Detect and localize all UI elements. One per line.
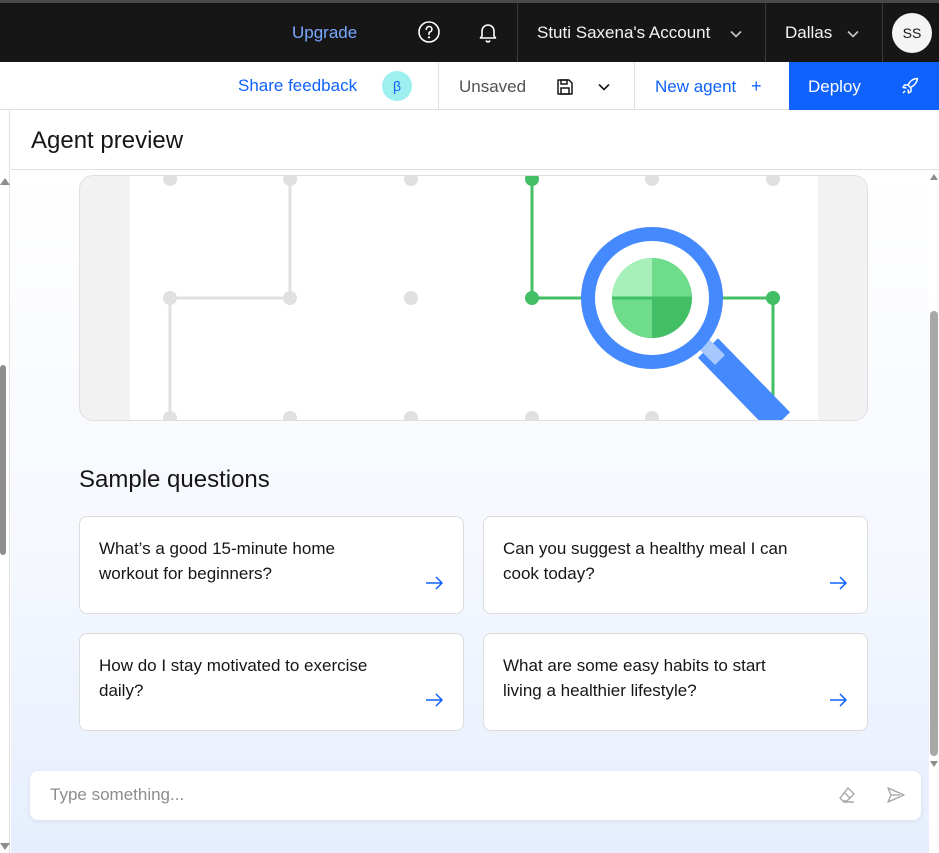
deploy-label: Deploy — [808, 77, 861, 96]
scrollbar-thumb[interactable] — [930, 311, 938, 756]
save-icon[interactable] — [556, 78, 574, 96]
sample-questions-title: Sample questions — [79, 466, 270, 493]
account-switcher[interactable]: Stuti Saxena's Account — [537, 23, 710, 43]
save-status: Unsaved — [459, 77, 527, 96]
agent-toolbar: Share feedback β Unsaved New agent + Dep… — [0, 62, 939, 110]
help-icon[interactable] — [417, 20, 441, 44]
scroll-up-arrow[interactable] — [0, 178, 10, 185]
beta-badge: β — [382, 71, 412, 101]
bell-icon[interactable] — [476, 20, 500, 44]
share-feedback-link[interactable]: Share feedback — [238, 76, 357, 96]
search-illustration — [130, 176, 818, 420]
hero-illustration — [79, 175, 868, 421]
page-title: Agent preview — [31, 127, 184, 154]
user-avatar[interactable]: SS — [892, 13, 932, 53]
header-divider — [765, 3, 766, 62]
plus-icon[interactable]: + — [751, 77, 762, 95]
region-switcher[interactable]: Dallas — [785, 23, 832, 43]
deploy-button[interactable]: Deploy — [789, 62, 939, 110]
global-header: Upgrade Stuti Saxena's Account Dallas SS — [0, 0, 939, 62]
scrollbar-thumb[interactable] — [0, 365, 6, 555]
upgrade-link[interactable]: Upgrade — [292, 23, 357, 43]
sample-question-card[interactable]: What are some easy habits to start livin… — [483, 633, 868, 731]
sample-question-card[interactable]: Can you suggest a healthy meal I can coo… — [483, 516, 868, 614]
arrow-right-icon — [425, 575, 445, 591]
sample-question-text: What’s a good 15-minute home workout for… — [99, 539, 335, 583]
eraser-icon[interactable] — [837, 785, 857, 805]
new-agent-button[interactable]: New agent — [655, 77, 736, 97]
scroll-up-arrow[interactable] — [930, 174, 938, 180]
sample-question-text: Can you suggest a healthy meal I can coo… — [503, 539, 788, 583]
toolbar-divider — [634, 62, 635, 110]
sample-question-card[interactable]: How do I stay motivated to exercise dail… — [79, 633, 464, 731]
chat-input-placeholder[interactable]: Type something... — [50, 785, 184, 805]
scroll-down-arrow[interactable] — [930, 761, 938, 767]
arrow-right-icon — [829, 692, 849, 708]
header-divider — [517, 3, 518, 62]
send-icon[interactable] — [886, 785, 906, 805]
chat-input[interactable]: Type something... — [30, 771, 921, 820]
toolbar-divider — [438, 62, 439, 110]
sample-question-card[interactable]: What’s a good 15-minute home workout for… — [79, 516, 464, 614]
header-divider — [882, 3, 883, 62]
sample-question-text: What are some easy habits to start livin… — [503, 656, 766, 700]
save-options-chevron-icon[interactable] — [597, 80, 611, 94]
left-scroll-rail[interactable] — [0, 110, 10, 853]
arrow-right-icon — [425, 692, 445, 708]
arrow-right-icon — [829, 575, 849, 591]
rocket-icon — [900, 76, 920, 96]
chevron-down-icon[interactable] — [729, 27, 743, 41]
content-scrollbar[interactable] — [929, 171, 939, 771]
scroll-down-arrow[interactable] — [0, 843, 10, 850]
preview-content: Sample questions What’s a good 15-minute… — [11, 171, 929, 853]
preview-panel-header: Agent preview — [11, 110, 939, 170]
chevron-down-icon[interactable] — [846, 27, 860, 41]
sample-question-text: How do I stay motivated to exercise dail… — [99, 656, 368, 700]
